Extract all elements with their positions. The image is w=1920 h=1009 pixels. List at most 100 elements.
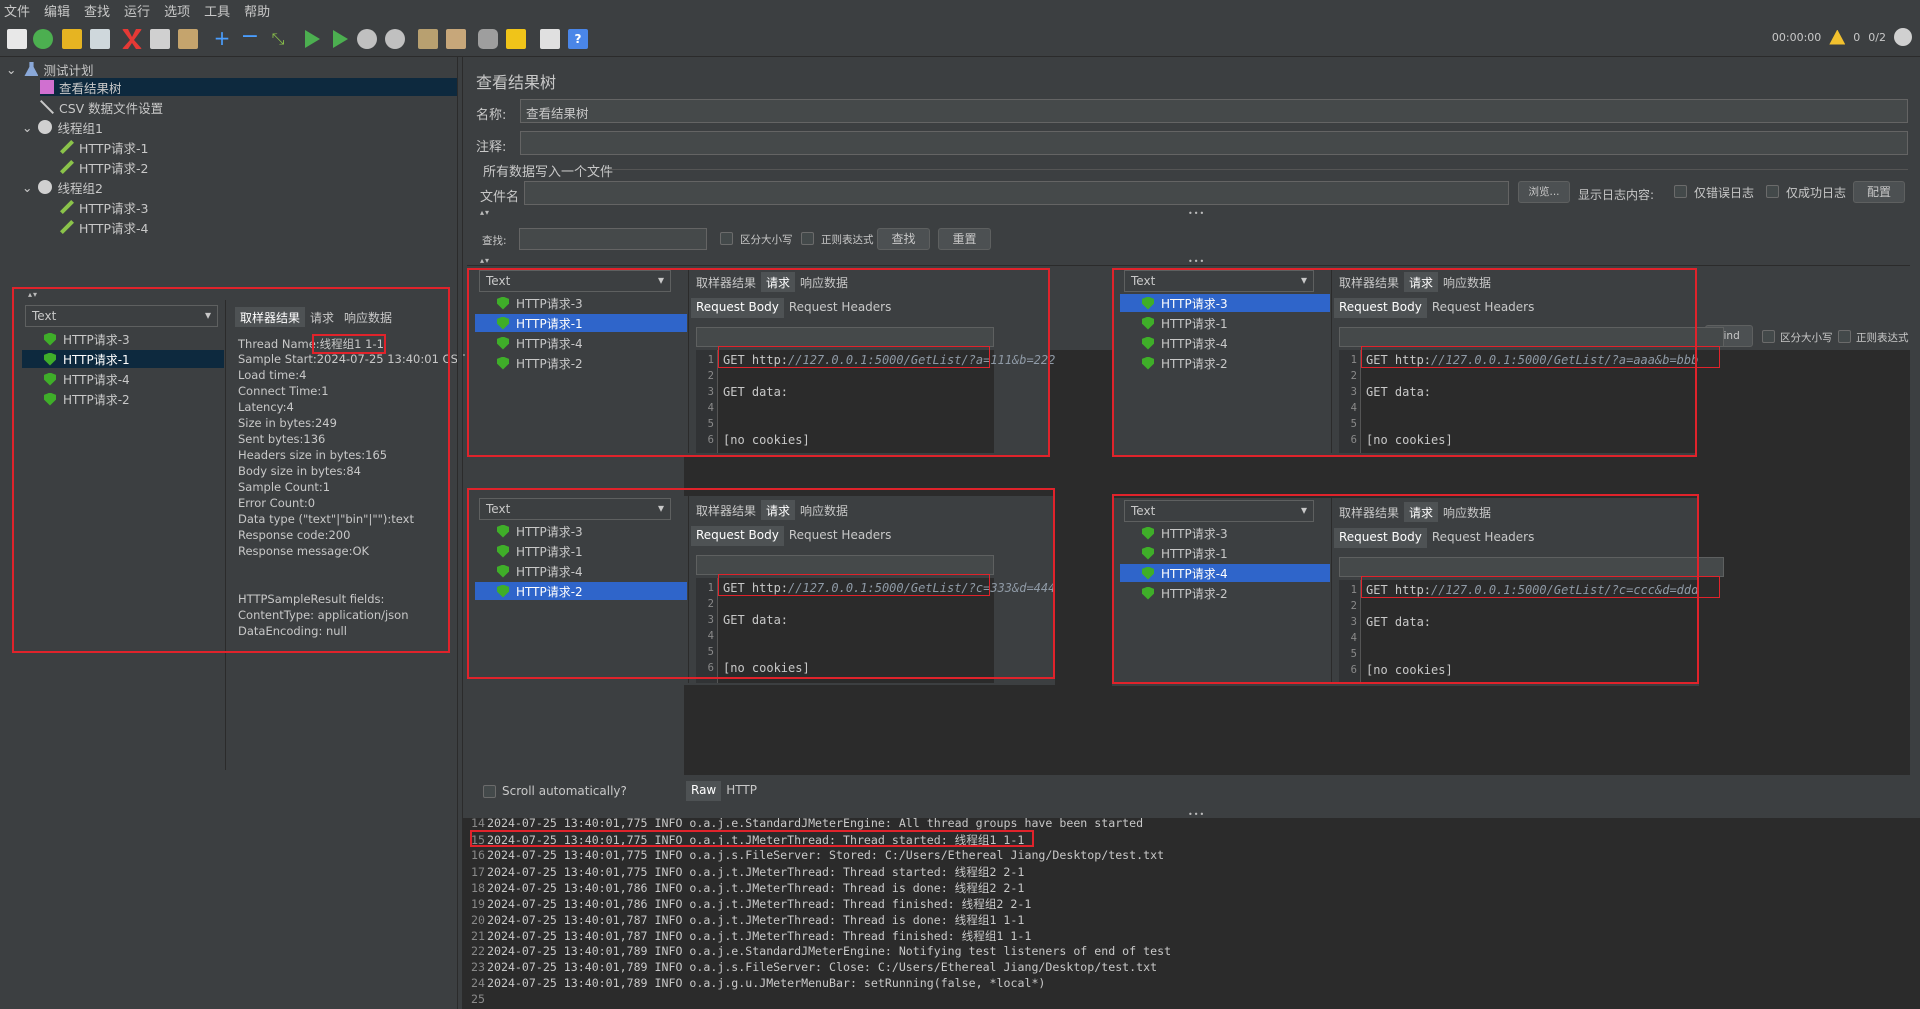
log-text: 2024-07-25 13:40:01,775 INFO o.a.j.t.JMe…	[487, 865, 1025, 879]
log-line-number: 24	[471, 976, 485, 990]
scroll-auto-label: Scroll automatically?	[502, 784, 627, 798]
expand-icon[interactable]: +	[212, 28, 232, 49]
paste-icon[interactable]	[178, 29, 198, 49]
split-handle[interactable]: ▴▾	[480, 256, 490, 265]
case-checkbox[interactable]	[720, 232, 733, 245]
find-button[interactable]: 查找	[877, 228, 930, 250]
tab-http[interactable]: HTTP	[721, 781, 762, 801]
clear-icon[interactable]	[418, 29, 438, 49]
regex-checkbox[interactable]	[801, 232, 814, 245]
tree-item-http-2[interactable]: HTTP请求-2	[60, 158, 148, 176]
menu-bar: 文件 编辑 查找 运行 选项 工具 帮助	[0, 0, 1920, 21]
log-line: 24 2024-07-25 13:40:01,789 INFO o.a.j.g.u…	[463, 976, 1045, 992]
copy-icon[interactable]	[150, 29, 170, 49]
split-handle[interactable]: ▴▾	[480, 208, 490, 217]
log-line: 25	[463, 992, 487, 1008]
start-icon[interactable]	[305, 30, 320, 48]
only-success-label: 仅成功日志	[1786, 186, 1847, 200]
menu-options[interactable]: 选项	[164, 1, 190, 20]
open-icon[interactable]	[62, 29, 82, 49]
only-error-label: 仅错误日志	[1694, 186, 1755, 200]
log-line: 16 2024-07-25 13:40:01,775 INFO o.a.j.s.F…	[463, 848, 1164, 864]
highlight-box	[470, 830, 1034, 847]
log-show-label: 显示日志内容:	[1578, 188, 1655, 202]
name-label: 名称:	[476, 108, 507, 123]
log-text: 2024-07-25 13:40:01,787 INFO o.a.j.t.JMe…	[487, 929, 1032, 943]
highlight-box	[467, 488, 1055, 679]
tree-root[interactable]: ⌄ 测试计划	[6, 60, 94, 78]
cut-icon[interactable]	[122, 29, 142, 49]
tree-item-view-results-tree[interactable]: 查看结果树	[40, 78, 457, 96]
name-field[interactable]: 查看结果树	[520, 99, 1908, 123]
menu-help[interactable]: 帮助	[244, 1, 270, 20]
only-success-checkbox[interactable]	[1766, 185, 1779, 198]
tab-raw[interactable]: Raw	[686, 781, 722, 801]
log-line-number: 23	[471, 960, 485, 974]
pipette-icon	[60, 200, 74, 214]
function-helper-icon[interactable]	[540, 29, 560, 49]
log-line-number: 14	[471, 816, 485, 830]
browse-button[interactable]: 浏览...	[1518, 181, 1570, 203]
case-checkbox-2[interactable]	[1762, 330, 1775, 343]
log-line-number: 16	[471, 848, 485, 862]
log-line-number: 19	[471, 897, 485, 911]
highlight-box	[1112, 494, 1699, 684]
case-label-2: 区分大小写	[1780, 332, 1833, 344]
log-line-number: 22	[471, 944, 485, 958]
tree-item-http-4[interactable]: HTTP请求-4	[60, 218, 148, 236]
log-text: 2024-07-25 13:40:01,786 INFO o.a.j.t.JMe…	[487, 881, 1025, 895]
new-icon[interactable]	[7, 29, 27, 49]
filename-label: 文件名	[480, 190, 520, 205]
regex-checkbox-2[interactable]	[1838, 330, 1851, 343]
reset-search-icon[interactable]	[506, 29, 526, 49]
only-error-checkbox[interactable]	[1674, 185, 1687, 198]
flask-icon	[24, 62, 39, 76]
tree-item-thread-group-2[interactable]: ⌄ 线程组2	[22, 178, 103, 196]
menu-search[interactable]: 查找	[84, 1, 110, 20]
menu-tools[interactable]: 工具	[204, 1, 230, 20]
log-line-number: 25	[471, 992, 485, 1006]
log-line: 17 2024-07-25 13:40:01,775 INFO o.a.j.t.J…	[463, 864, 1024, 880]
regex-label-2: 正则表达式	[1856, 332, 1909, 344]
filename-field[interactable]	[524, 181, 1509, 205]
pipette-icon	[60, 140, 74, 154]
templates-icon[interactable]	[33, 29, 53, 49]
shutdown-icon[interactable]	[385, 29, 405, 49]
reset-button[interactable]: 重置	[938, 228, 991, 250]
chart-icon	[40, 80, 54, 94]
scroll-auto-checkbox[interactable]	[483, 785, 496, 798]
menu-file[interactable]: 文件	[4, 1, 30, 20]
log-text: 2024-07-25 13:40:01,789 INFO o.a.j.s.Fil…	[487, 960, 1158, 974]
warning-icon[interactable]	[1829, 29, 1846, 45]
warning-count: 0	[1853, 30, 1861, 44]
comment-field[interactable]	[520, 131, 1908, 155]
toggle-icon[interactable]: ⤡	[268, 29, 288, 49]
write-all-label: 所有数据写入一个文件	[483, 165, 614, 180]
log-line-number: 20	[471, 913, 485, 927]
search-input[interactable]	[519, 228, 707, 250]
split-handle[interactable]: •••	[1188, 209, 1205, 218]
tree-item-http-3[interactable]: HTTP请求-3	[60, 198, 148, 216]
menu-run[interactable]: 运行	[124, 1, 150, 20]
search-label: 查找:	[482, 235, 507, 247]
clear-all-icon[interactable]	[446, 29, 466, 49]
stop-icon[interactable]	[357, 29, 377, 49]
collapse-icon[interactable]: −	[240, 26, 260, 49]
menu-edit[interactable]: 编辑	[44, 1, 70, 20]
highlight-box	[467, 268, 1050, 457]
config-button[interactable]: 配置	[1853, 181, 1905, 203]
gear-icon	[38, 180, 53, 194]
pipette-icon	[60, 220, 74, 234]
save-icon[interactable]	[90, 29, 110, 49]
start-no-pause-icon[interactable]	[333, 30, 348, 48]
case-label: 区分大小写	[740, 234, 793, 246]
tree-item-thread-group-1[interactable]: ⌄ 线程组1	[22, 118, 103, 136]
tree-item-csv[interactable]: CSV 数据文件设置	[40, 98, 163, 116]
tree-item-http-1[interactable]: HTTP请求-1	[60, 138, 148, 156]
regex-label: 正则表达式	[821, 234, 874, 246]
toolbar-status: 00:00:00 0 0/2	[1772, 28, 1912, 46]
remote-icon[interactable]	[1894, 28, 1912, 46]
log-text: 2024-07-25 13:40:01,787 INFO o.a.j.t.JMe…	[487, 913, 1025, 927]
help-icon[interactable]: ?	[568, 29, 588, 49]
binoculars-icon[interactable]	[478, 29, 498, 49]
